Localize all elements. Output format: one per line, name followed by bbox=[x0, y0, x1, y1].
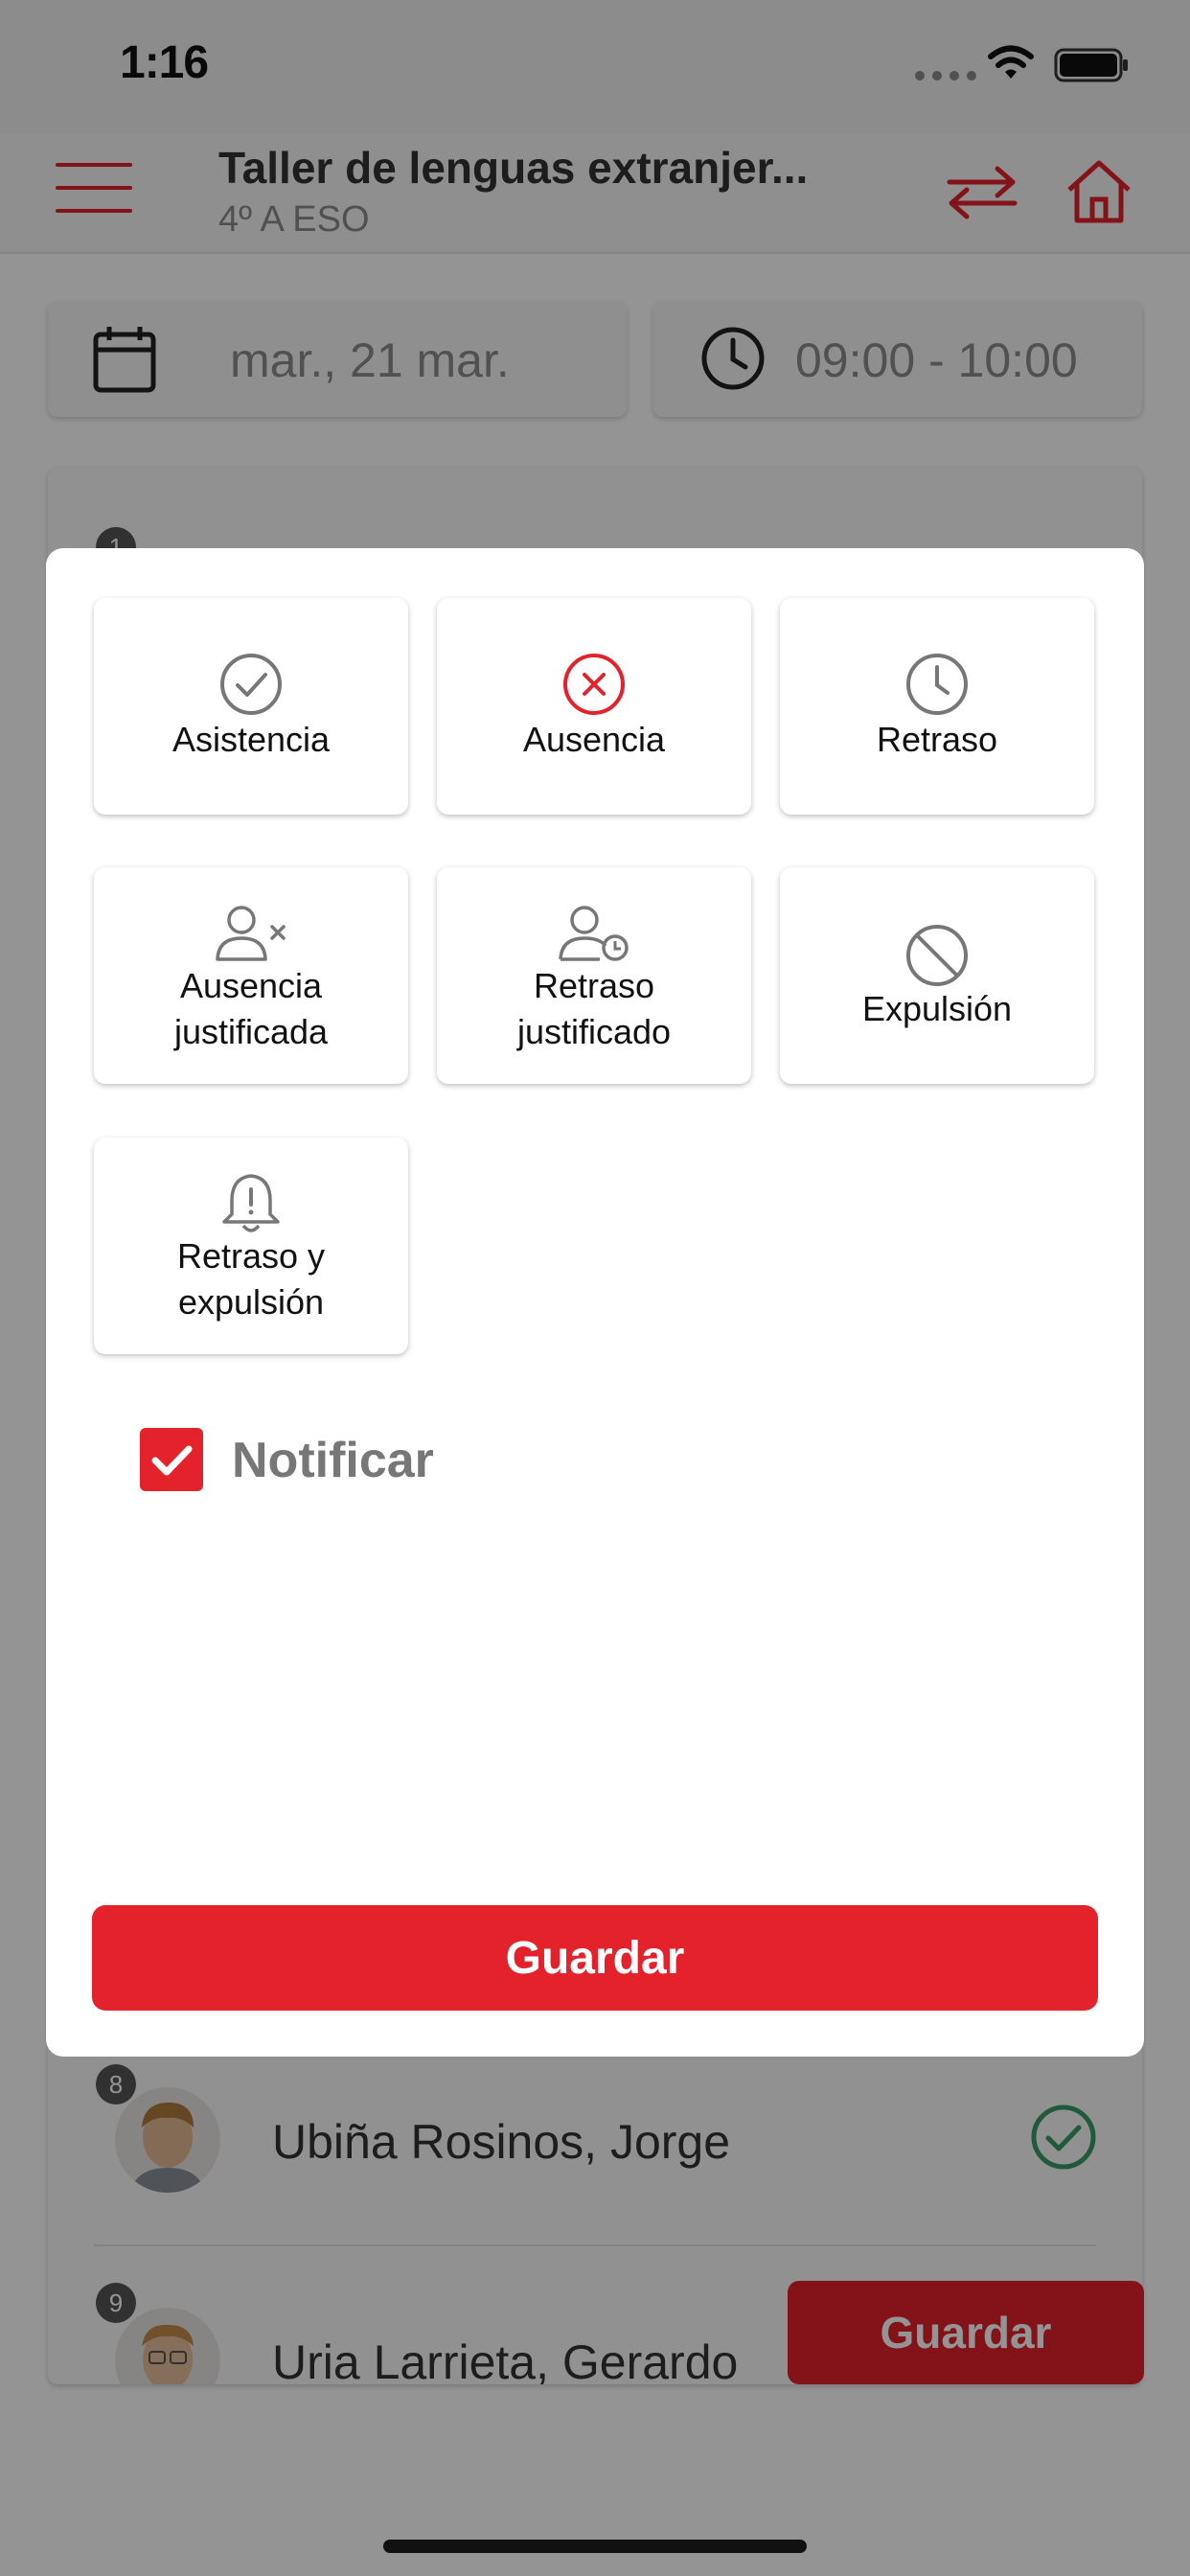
option-label: Ausencia bbox=[522, 720, 666, 759]
bell-alert-icon bbox=[222, 1174, 280, 1232]
user-clock-icon bbox=[559, 906, 629, 961]
option-retraso-justificado[interactable]: Retraso justificado bbox=[437, 867, 751, 1084]
option-asistencia[interactable]: Asistencia bbox=[94, 598, 408, 815]
option-ausencia[interactable]: Ausencia bbox=[437, 598, 751, 815]
option-label: Asistencia bbox=[172, 720, 331, 759]
option-label: Retraso bbox=[876, 720, 998, 759]
option-label: Retraso justificado bbox=[516, 966, 672, 1051]
option-expulsion[interactable]: Expulsión bbox=[780, 867, 1094, 1084]
option-label: Ausencia justificada bbox=[173, 966, 329, 1051]
option-retraso[interactable]: Retraso bbox=[780, 598, 1094, 815]
home-indicator[interactable] bbox=[383, 2540, 807, 2553]
prohibited-icon bbox=[906, 925, 968, 986]
option-label: Retraso y expulsión bbox=[176, 1236, 326, 1322]
save-button[interactable]: Guardar bbox=[92, 1905, 1098, 2011]
option-ausencia-justificada[interactable]: Ausencia justificada bbox=[94, 867, 408, 1084]
attendance-modal: Asistencia Ausencia Retraso Ausencia just… bbox=[46, 548, 1144, 2057]
checkmark-icon bbox=[151, 1445, 193, 1476]
clock-icon bbox=[906, 654, 968, 715]
notify-checkbox[interactable] bbox=[140, 1428, 203, 1491]
user-x-icon bbox=[216, 906, 286, 961]
option-retraso-y-expulsion[interactable]: Retraso y expulsión bbox=[94, 1138, 408, 1354]
x-circle-icon bbox=[563, 654, 625, 715]
option-label: Expulsión bbox=[861, 989, 1013, 1028]
check-circle-icon bbox=[220, 654, 282, 715]
notify-label: Notificar bbox=[232, 1433, 434, 1488]
